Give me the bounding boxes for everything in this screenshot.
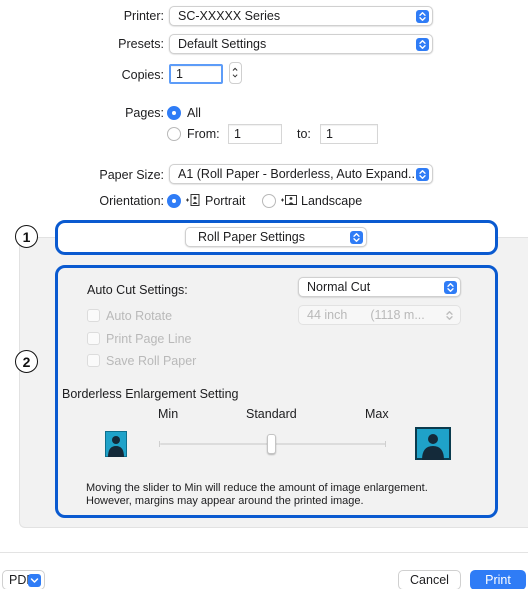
min-enlargement-image-icon bbox=[105, 431, 127, 460]
portrait-icon bbox=[185, 193, 201, 210]
enlargement-slider[interactable] bbox=[148, 432, 390, 456]
printer-value: SC-XXXXX Series bbox=[178, 9, 281, 23]
max-enlargement-image-icon bbox=[415, 427, 451, 463]
auto-cut-value: Normal Cut bbox=[307, 280, 371, 294]
orientation-landscape-label: Landscape bbox=[301, 194, 363, 208]
copies-input[interactable]: 1 bbox=[169, 64, 223, 84]
chevron-down-icon bbox=[28, 574, 41, 587]
borderless-title: Borderless Enlargement Setting bbox=[62, 387, 239, 401]
section-popup[interactable]: Roll Paper Settings bbox=[185, 227, 367, 247]
pdf-menu-button[interactable]: PDF bbox=[2, 570, 45, 589]
auto-rotate-checkbox[interactable] bbox=[87, 309, 100, 322]
presets-popup[interactable]: Default Settings bbox=[169, 34, 433, 54]
auto-cut-label: Auto Cut Settings: bbox=[87, 283, 188, 297]
print-page-line-label: Print Page Line bbox=[106, 332, 192, 346]
slider-tick-max bbox=[385, 441, 386, 447]
chevron-updown-icon bbox=[416, 10, 429, 23]
callout-number-1: 1 bbox=[15, 225, 38, 248]
slider-tick-min bbox=[159, 441, 160, 447]
roll-width-mm: (1118 m... bbox=[370, 308, 425, 322]
orientation-landscape-radio[interactable] bbox=[262, 194, 276, 208]
section-popup-value: Roll Paper Settings bbox=[198, 230, 306, 244]
copies-label: Copies: bbox=[121, 68, 164, 82]
presets-value: Default Settings bbox=[178, 37, 267, 51]
pages-to-input[interactable]: 1 bbox=[320, 124, 378, 144]
auto-rotate-label: Auto Rotate bbox=[106, 309, 173, 323]
paper-size-value: A1 (Roll Paper - Borderless, Auto Expand… bbox=[178, 167, 416, 181]
pages-from-label: From: bbox=[187, 127, 220, 141]
chevron-updown-icon bbox=[350, 231, 363, 244]
slider-min-label: Min bbox=[158, 407, 179, 421]
orientation-portrait-label: Portrait bbox=[205, 194, 246, 208]
landscape-icon bbox=[280, 193, 298, 210]
pages-from-input[interactable]: 1 bbox=[228, 124, 282, 144]
pages-from-radio[interactable] bbox=[167, 127, 181, 141]
save-roll-paper-label: Save Roll Paper bbox=[106, 354, 197, 368]
slider-thumb[interactable] bbox=[267, 434, 276, 454]
chevron-updown-icon bbox=[416, 38, 429, 51]
chevron-updown-icon bbox=[416, 168, 429, 181]
copies-stepper[interactable] bbox=[229, 62, 242, 84]
cancel-button[interactable]: Cancel bbox=[398, 570, 461, 589]
presets-label: Presets: bbox=[118, 37, 164, 51]
save-roll-paper-checkbox[interactable] bbox=[87, 354, 100, 367]
footer-divider bbox=[0, 552, 528, 553]
paper-size-popup[interactable]: A1 (Roll Paper - Borderless, Auto Expand… bbox=[169, 164, 433, 184]
pages-to-value: 1 bbox=[326, 127, 333, 141]
printer-label: Printer: bbox=[123, 9, 164, 23]
orientation-label: Orientation: bbox=[99, 194, 164, 208]
chevron-updown-icon bbox=[444, 281, 457, 294]
roll-width-popup[interactable]: 44 inch (1118 m... bbox=[298, 305, 461, 325]
slider-max-label: Max bbox=[365, 407, 389, 421]
pages-all-radio[interactable] bbox=[167, 106, 181, 120]
borderless-note-line2: However, margins may appear around the p… bbox=[86, 495, 364, 507]
printer-popup[interactable]: SC-XXXXX Series bbox=[169, 6, 433, 26]
callout-number-2: 2 bbox=[15, 350, 38, 373]
auto-cut-popup[interactable]: Normal Cut bbox=[298, 277, 461, 297]
paper-size-label: Paper Size: bbox=[99, 168, 164, 182]
pages-label: Pages: bbox=[125, 106, 164, 120]
copies-value: 1 bbox=[176, 67, 183, 81]
chevron-updown-icon bbox=[445, 310, 454, 321]
print-button[interactable]: Print bbox=[470, 570, 526, 589]
pages-all-label: All bbox=[187, 106, 201, 120]
pages-to-label: to: bbox=[297, 127, 311, 141]
roll-width-inch: 44 inch bbox=[307, 308, 348, 322]
slider-standard-label: Standard bbox=[246, 407, 297, 421]
print-page-line-checkbox[interactable] bbox=[87, 332, 100, 345]
pages-from-value: 1 bbox=[234, 127, 241, 141]
orientation-portrait-radio[interactable] bbox=[167, 194, 181, 208]
borderless-note-line1: Moving the slider to Min will reduce the… bbox=[86, 482, 428, 494]
